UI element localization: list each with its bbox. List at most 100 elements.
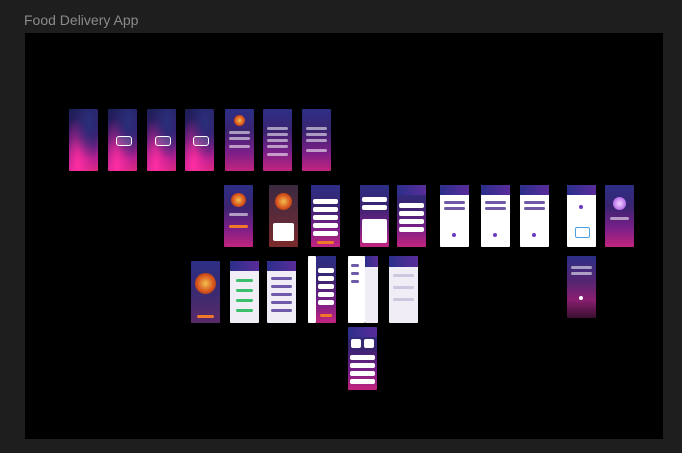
- list-item[interactable]: [271, 301, 292, 304]
- phone-field[interactable]: [306, 139, 327, 142]
- signup-button[interactable]: [267, 153, 288, 156]
- dish-detail-screen[interactable]: [191, 261, 220, 323]
- signup-screen-2[interactable]: [302, 109, 331, 171]
- tracking-screen-1[interactable]: [440, 185, 469, 247]
- drawer-item[interactable]: [351, 280, 359, 283]
- info-row: [444, 207, 465, 210]
- header-bar: [389, 256, 418, 267]
- name-field[interactable]: [306, 127, 327, 130]
- list-item[interactable]: [399, 219, 424, 224]
- list-item[interactable]: [313, 207, 338, 212]
- profile-row[interactable]: [571, 266, 592, 269]
- menu-screen-2[interactable]: [316, 256, 336, 323]
- list-item[interactable]: [317, 300, 335, 305]
- order-button[interactable]: [229, 225, 248, 228]
- tracking-screen-3[interactable]: [520, 185, 549, 247]
- category-screen[interactable]: [348, 327, 377, 390]
- category-tile[interactable]: [351, 339, 361, 348]
- login-screen[interactable]: [225, 109, 254, 171]
- cart-screen[interactable]: [360, 185, 389, 247]
- list-item[interactable]: [271, 293, 292, 296]
- password-field[interactable]: [267, 145, 288, 148]
- list-item[interactable]: [271, 309, 292, 312]
- list-item[interactable]: [350, 355, 375, 360]
- splash-screen-2[interactable]: [108, 109, 137, 171]
- status-icon: [493, 233, 497, 237]
- checkout-button[interactable]: [317, 241, 334, 244]
- list-item[interactable]: [399, 211, 424, 216]
- header-bar: [397, 185, 426, 195]
- order-screen[interactable]: [397, 185, 426, 247]
- header-bar: [365, 256, 378, 267]
- phone-field[interactable]: [267, 139, 288, 142]
- menu-list-screen[interactable]: [311, 185, 340, 247]
- list-item[interactable]: [313, 223, 338, 228]
- list-item[interactable]: [350, 379, 375, 384]
- drawer-panel[interactable]: [348, 256, 365, 323]
- splash-screen-3[interactable]: [147, 109, 176, 171]
- food-image: [275, 193, 292, 210]
- checkout-button[interactable]: [320, 314, 332, 317]
- list-item[interactable]: [393, 274, 414, 277]
- menu-button[interactable]: [229, 213, 248, 216]
- list-item[interactable]: [350, 371, 375, 376]
- payment-screen[interactable]: [567, 185, 596, 247]
- signup-button[interactable]: [306, 149, 327, 152]
- list-item[interactable]: [271, 285, 292, 288]
- frame-title: Food Delivery App: [24, 12, 139, 28]
- list-item[interactable]: [362, 197, 387, 202]
- info-row: [524, 207, 545, 210]
- list-item[interactable]: [313, 215, 338, 220]
- header-bar: [567, 185, 596, 195]
- list-item[interactable]: [399, 227, 424, 232]
- login-button[interactable]: [229, 145, 250, 148]
- name-field[interactable]: [267, 127, 288, 130]
- tracking-screen-2[interactable]: [481, 185, 510, 247]
- drawer-item[interactable]: [351, 272, 359, 275]
- status-icon: [452, 233, 456, 237]
- list-item[interactable]: [399, 203, 424, 208]
- list-screen-2[interactable]: [267, 261, 296, 323]
- list-item[interactable]: [236, 279, 253, 282]
- list-item[interactable]: [362, 205, 387, 210]
- splash-screen-4[interactable]: [185, 109, 214, 171]
- list-item[interactable]: [393, 286, 414, 289]
- list-item[interactable]: [350, 363, 375, 368]
- profile-screen[interactable]: [567, 256, 596, 318]
- list-item[interactable]: [236, 289, 253, 292]
- list-screen-4[interactable]: [389, 256, 418, 323]
- food-detail-screen[interactable]: [269, 185, 298, 247]
- list-item[interactable]: [236, 309, 253, 312]
- confirmation-screen[interactable]: [605, 185, 634, 247]
- home-screen[interactable]: [224, 185, 253, 247]
- info-row: [485, 207, 506, 210]
- list-item[interactable]: [317, 284, 335, 289]
- list-item[interactable]: [313, 231, 338, 236]
- password-field[interactable]: [229, 137, 250, 140]
- email-field[interactable]: [229, 131, 250, 134]
- signup-screen-1[interactable]: [263, 109, 292, 171]
- design-canvas[interactable]: [25, 33, 663, 439]
- drawer-item[interactable]: [351, 264, 359, 267]
- list-item[interactable]: [317, 292, 335, 297]
- list-item[interactable]: [393, 298, 414, 301]
- food-image: [231, 193, 246, 207]
- splash-screen-1[interactable]: [69, 109, 98, 171]
- list-item[interactable]: [271, 277, 292, 280]
- category-tile[interactable]: [364, 339, 374, 348]
- sidebar-panel[interactable]: [308, 256, 316, 323]
- add-to-cart-button[interactable]: [197, 315, 214, 318]
- list-item[interactable]: [313, 199, 338, 204]
- list-item[interactable]: [317, 276, 335, 281]
- email-field[interactable]: [267, 133, 288, 136]
- status-icon: [532, 233, 536, 237]
- list-screen-3[interactable]: [365, 256, 378, 323]
- email-field[interactable]: [306, 133, 327, 136]
- list-item[interactable]: [236, 299, 253, 302]
- settings-icon[interactable]: [579, 296, 583, 300]
- profile-row[interactable]: [571, 272, 592, 275]
- header-bar: [520, 185, 549, 195]
- list-screen-1[interactable]: [230, 261, 259, 323]
- app-logo-icon: [116, 136, 132, 146]
- list-item[interactable]: [317, 268, 335, 273]
